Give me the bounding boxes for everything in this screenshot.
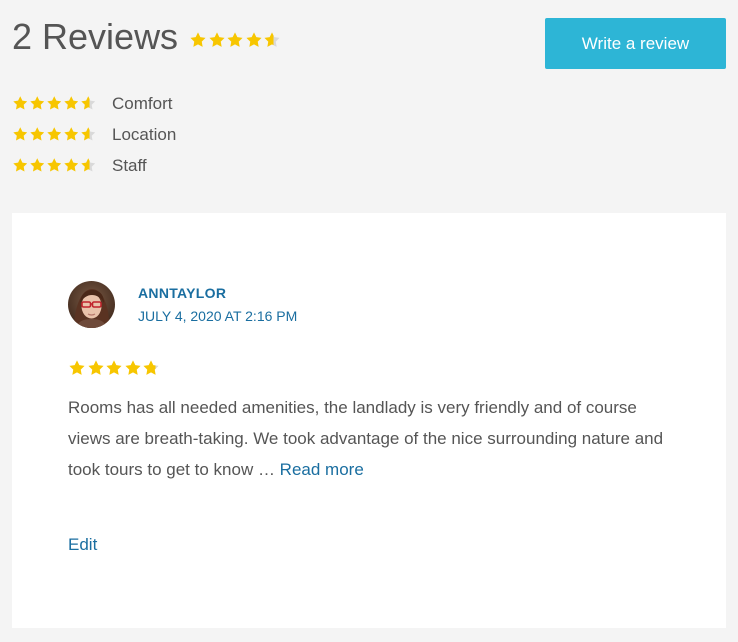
star-icon: [80, 157, 97, 174]
star-icon: [189, 31, 207, 49]
star-icon: [29, 157, 46, 174]
overall-rating-stars: [189, 31, 282, 49]
criteria-rating-stars: [12, 157, 97, 174]
star-icon: [105, 359, 123, 377]
star-icon: [80, 126, 97, 143]
star-icon: [46, 95, 63, 112]
review-date[interactable]: JULY 4, 2020 AT 2:16 PM: [138, 308, 297, 324]
star-icon: [263, 31, 281, 49]
criteria-rating-stars: [12, 95, 97, 112]
star-icon: [63, 95, 80, 112]
review-body-text: Rooms has all needed amenities, the land…: [68, 398, 664, 479]
criteria-label: Comfort: [112, 93, 173, 113]
criteria-ratings-list: Comfort Location Staff: [12, 88, 176, 181]
star-icon: [226, 31, 244, 49]
star-icon: [12, 126, 29, 143]
star-icon: [80, 95, 97, 112]
read-more-link[interactable]: Read more: [280, 460, 364, 479]
review-card: ANNTAYLOR JULY 4, 2020 AT 2:16 PM Rooms …: [12, 213, 726, 628]
star-icon: [29, 95, 46, 112]
star-icon: [46, 157, 63, 174]
reviews-page: 2 Reviews Write a review Comfort Locatio…: [0, 0, 738, 642]
star-icon: [124, 359, 142, 377]
reviews-count-title: 2 Reviews: [12, 16, 179, 57]
avatar-image: [68, 281, 115, 328]
review-rating-stars: [68, 359, 161, 377]
review-text: Rooms has all needed amenities, the land…: [68, 392, 678, 485]
star-icon: [68, 359, 86, 377]
review-author-name[interactable]: ANNTAYLOR: [138, 285, 226, 301]
avatar: [68, 281, 115, 328]
star-icon: [142, 359, 160, 377]
star-icon: [12, 157, 29, 174]
star-icon: [245, 31, 263, 49]
criteria-rating-stars: [12, 126, 97, 143]
star-icon: [87, 359, 105, 377]
edit-link[interactable]: Edit: [68, 535, 97, 555]
reviews-summary-header: 2 Reviews: [12, 14, 282, 60]
star-icon: [12, 95, 29, 112]
star-icon: [208, 31, 226, 49]
star-icon: [46, 126, 63, 143]
star-icon: [29, 126, 46, 143]
criteria-row-comfort: Comfort: [12, 88, 176, 119]
criteria-row-staff: Staff: [12, 150, 176, 181]
criteria-row-location: Location: [12, 119, 176, 150]
write-review-button[interactable]: Write a review: [545, 18, 726, 69]
star-icon: [63, 126, 80, 143]
star-icon: [63, 157, 80, 174]
criteria-label: Staff: [112, 155, 147, 175]
criteria-label: Location: [112, 124, 177, 144]
